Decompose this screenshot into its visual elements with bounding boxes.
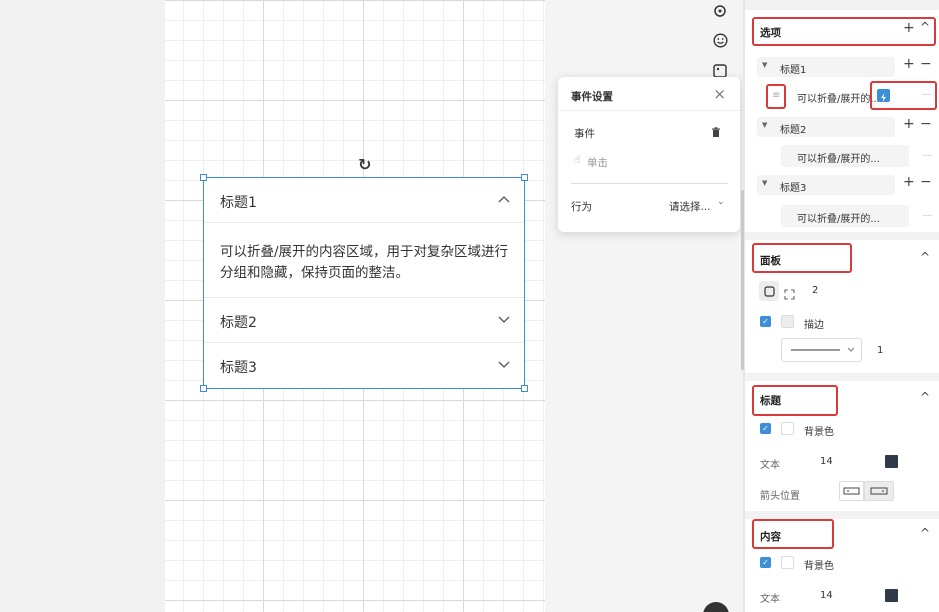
option-title: 标题3 xyxy=(780,183,807,194)
minus-icon[interactable]: − xyxy=(920,174,932,190)
option-content[interactable]: 可以折叠/展开的... xyxy=(797,210,880,225)
event-settings-popover: 事件设置 × 事件 ☝ 单击 行为 请选择... ⌄ xyxy=(558,77,740,232)
resize-handle-br[interactable] xyxy=(521,385,528,392)
highlight-box xyxy=(752,385,838,416)
plus-icon[interactable]: + xyxy=(903,56,915,72)
caret-down-icon[interactable]: ▼ xyxy=(762,179,767,187)
accordion-title: 标题2 xyxy=(220,315,257,331)
stroke-label: 描边 xyxy=(804,320,824,331)
content-bg-checkbox[interactable]: ✓ xyxy=(760,557,771,568)
option-item-1[interactable] xyxy=(757,57,895,77)
caret-down-icon[interactable]: ▼ xyxy=(762,121,767,129)
lightning-icon[interactable] xyxy=(877,89,890,102)
heading-bg-checkbox[interactable]: ✓ xyxy=(760,423,771,434)
canvas-margin-left xyxy=(0,0,165,612)
option-title: 标题1 xyxy=(780,65,807,76)
popover-title: 事件设置 xyxy=(571,91,613,103)
chevron-up-icon[interactable] xyxy=(498,192,510,206)
settings-icon[interactable] xyxy=(711,2,729,20)
plus-icon[interactable]: + xyxy=(903,174,915,190)
chevron-down-icon[interactable]: ⌄ xyxy=(717,197,725,207)
heading-text-size[interactable]: 14 xyxy=(820,456,833,467)
resize-handle-tl[interactable] xyxy=(200,174,207,181)
accordion-title: 标题3 xyxy=(220,360,257,376)
event-trigger[interactable]: 单击 xyxy=(587,155,608,170)
chevron-up-icon[interactable]: ^ xyxy=(920,250,930,264)
arrow-position-label: 箭头位置 xyxy=(760,491,800,502)
resize-handle-tr[interactable] xyxy=(521,174,528,181)
chevron-up-icon[interactable]: ^ xyxy=(920,390,930,404)
plus-icon[interactable]: + xyxy=(903,116,915,132)
menu-icon[interactable]: ≡ xyxy=(772,90,780,101)
scrollbar[interactable] xyxy=(741,190,744,370)
accordion-header-3[interactable]: 标题3 xyxy=(204,343,524,388)
heading-bg-label: 背景色 xyxy=(804,427,834,438)
caret-down-icon[interactable]: ▼ xyxy=(762,61,767,69)
accordion-header-2[interactable]: 标题2 xyxy=(204,297,524,343)
close-icon[interactable]: × xyxy=(713,85,726,103)
minus-icon[interactable]: — xyxy=(922,210,932,221)
heading-text-label: 文本 xyxy=(760,460,780,471)
content-bg-label: 背景色 xyxy=(804,561,834,572)
option-item-3[interactable] xyxy=(757,175,895,195)
minus-icon[interactable]: − xyxy=(920,56,932,72)
section-separator xyxy=(745,373,939,381)
highlight-box xyxy=(752,243,852,273)
content-text-size[interactable]: 14 xyxy=(820,590,833,601)
minus-icon[interactable]: — xyxy=(922,150,932,161)
highlight-box xyxy=(752,17,936,46)
arrow-right-option[interactable] xyxy=(864,481,894,501)
accordion-header-1[interactable]: 标题1 xyxy=(204,178,524,223)
rotate-icon[interactable]: ↻ xyxy=(358,155,371,174)
action-label: 行为 xyxy=(571,201,592,213)
content-bg-swatch[interactable] xyxy=(781,556,794,569)
option-content[interactable]: 可以折叠/展开的... xyxy=(797,90,880,105)
minus-icon[interactable]: − xyxy=(920,116,932,132)
action-select[interactable]: 请选择... xyxy=(669,199,711,214)
section-separator xyxy=(745,0,939,10)
trash-icon[interactable] xyxy=(711,127,721,141)
accordion-title: 标题1 xyxy=(220,195,257,211)
section-separator xyxy=(745,511,939,519)
corner-radius-icon[interactable] xyxy=(759,281,779,301)
chevron-up-icon[interactable]: ^ xyxy=(920,526,930,540)
minus-icon[interactable]: — xyxy=(922,89,932,100)
option-content[interactable]: 可以折叠/展开的... xyxy=(797,150,880,165)
option-item-2[interactable] xyxy=(757,117,895,137)
event-label: 事件 xyxy=(574,128,595,140)
stroke-checkbox[interactable]: ✓ xyxy=(760,316,771,327)
emoji-icon[interactable] xyxy=(711,31,729,49)
accordion-component[interactable]: 标题1 可以折叠/展开的内容区域，用于对复杂区域进行分组和隐藏，保持页面的整洁。… xyxy=(203,177,525,389)
resize-handle-bl[interactable] xyxy=(200,385,207,392)
pointer-icon: ☝ xyxy=(574,154,581,166)
arrow-left-option[interactable] xyxy=(839,481,864,501)
chevron-down-icon[interactable] xyxy=(498,313,510,327)
option-title: 标题2 xyxy=(780,125,807,136)
corner-independent-icon[interactable] xyxy=(784,285,795,304)
content-text-color[interactable] xyxy=(885,589,898,602)
stroke-color-swatch[interactable] xyxy=(781,315,794,328)
heading-text-color[interactable] xyxy=(885,455,898,468)
radius-value[interactable]: 2 xyxy=(812,285,818,296)
stroke-width-value[interactable]: 1 xyxy=(877,345,883,356)
chevron-down-icon[interactable] xyxy=(498,358,510,372)
divider xyxy=(558,110,740,111)
stroke-style-select[interactable] xyxy=(781,338,862,362)
content-text-label: 文本 xyxy=(760,594,780,605)
accordion-content: 可以折叠/展开的内容区域，用于对复杂区域进行分组和隐藏，保持页面的整洁。 xyxy=(220,244,509,281)
section-separator xyxy=(745,232,939,240)
heading-bg-swatch[interactable] xyxy=(781,422,794,435)
divider xyxy=(571,183,728,184)
highlight-box xyxy=(752,519,834,549)
